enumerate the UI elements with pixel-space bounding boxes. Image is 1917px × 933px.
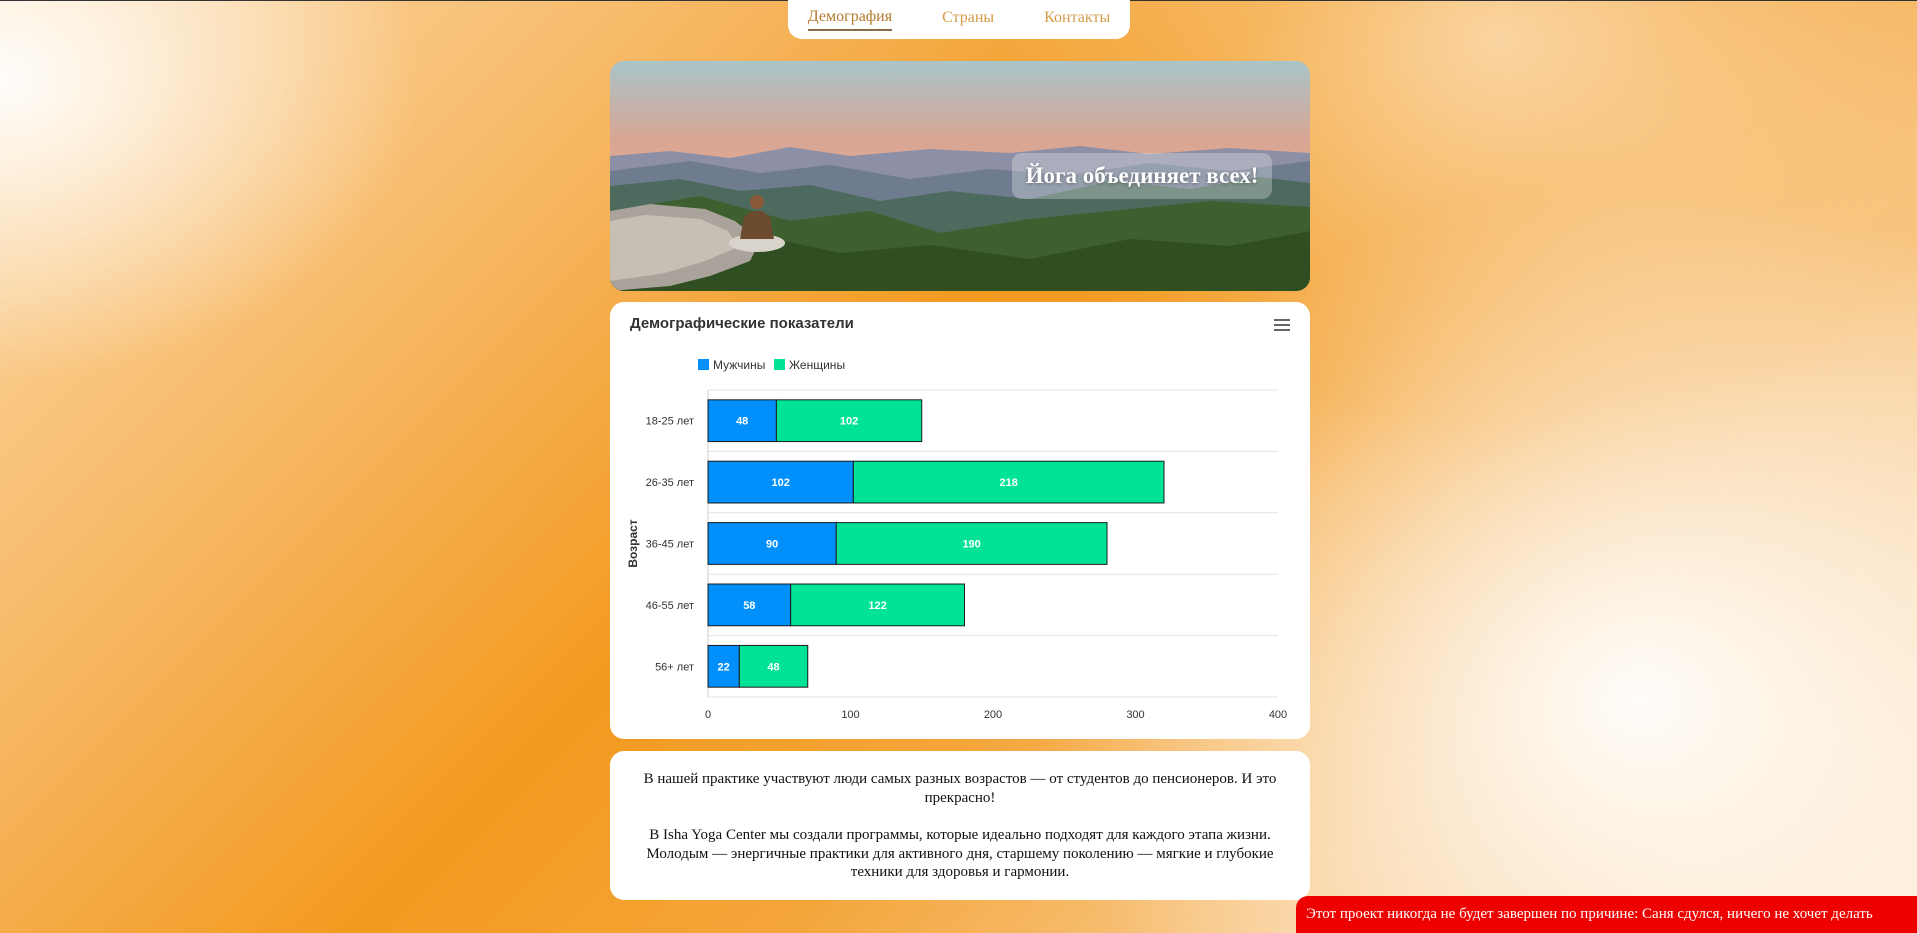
bar-data-label: 58 — [743, 600, 755, 612]
bar-data-label: 22 — [718, 661, 730, 673]
description-card: В нашей практике участвуют люди самых ра… — [610, 751, 1310, 900]
x-tick-label: 200 — [984, 709, 1002, 721]
category-label: 26-35 лет — [646, 477, 694, 489]
y-axis-title: Возраст — [626, 519, 640, 567]
nav-link-demography[interactable]: Демография — [807, 8, 893, 31]
bar-data-label: 122 — [868, 600, 886, 612]
legend-marker-0 — [698, 359, 709, 370]
category-label: 56+ лет — [655, 661, 694, 673]
status-banner: Этот проект никогда не будет завершен по… — [1296, 896, 1917, 933]
bar-data-label: 102 — [771, 477, 789, 489]
bar-data-label: 190 — [962, 539, 980, 551]
description-paragraph-1: В нашей практике участвуют люди самых ра… — [643, 771, 1277, 806]
x-tick-label: 0 — [705, 709, 711, 721]
legend-label-0: Мужчины — [713, 358, 765, 372]
category-label: 46-55 лет — [646, 600, 694, 612]
legend-label-1: Женщины — [789, 358, 845, 372]
hero-title: Йога объединяет всех! — [1012, 153, 1272, 199]
legend-marker-1 — [774, 359, 785, 370]
category-label: 18-25 лет — [646, 416, 694, 428]
description-paragraph-2: В Isha Yoga Center мы создали программы,… — [646, 827, 1274, 880]
bar-data-label: 90 — [766, 539, 778, 551]
bar-data-label: 48 — [736, 416, 748, 428]
category-label: 36-45 лет — [646, 539, 694, 551]
nav-link-contacts[interactable]: Контакты — [1044, 9, 1110, 30]
nav-link-countries[interactable]: Страны — [942, 9, 994, 30]
hero-banner: Йога объединяет всех! — [610, 61, 1310, 291]
demographics-chart: Мужчины Женщины 18-25 лет 48 102 26-35 лет 102… — [626, 358, 1287, 721]
bar-data-label: 218 — [999, 477, 1017, 489]
demographics-chart-card: Демографические показатели Мужчины Женщин… — [610, 302, 1310, 739]
bar-data-label: 102 — [840, 416, 858, 428]
x-tick-label: 100 — [841, 709, 859, 721]
bar-data-label: 48 — [767, 661, 779, 673]
x-tick-label: 400 — [1269, 709, 1287, 721]
top-navigation: Демография Страны Контакты — [788, 0, 1130, 39]
x-tick-label: 300 — [1126, 709, 1144, 721]
